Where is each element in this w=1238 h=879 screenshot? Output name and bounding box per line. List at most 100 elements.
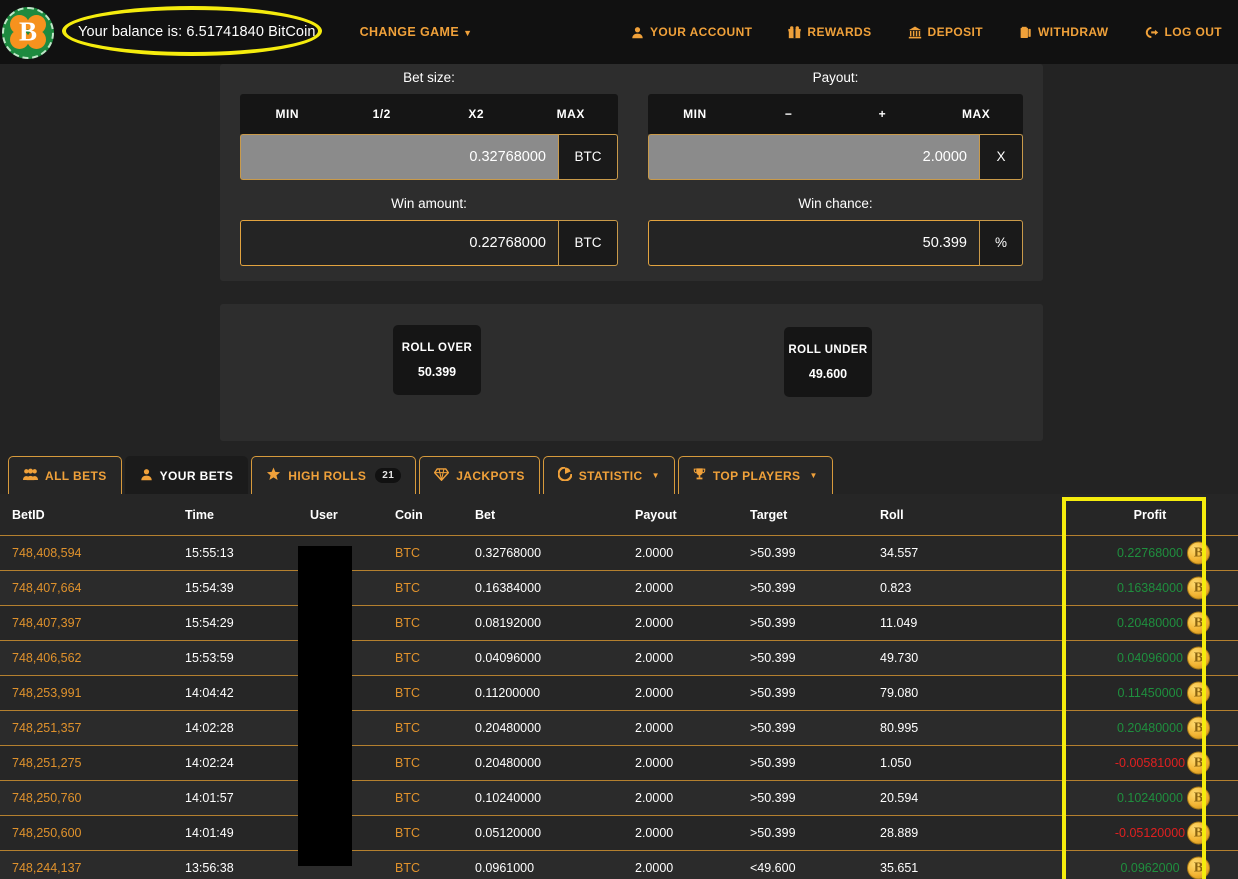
tab-your-bets[interactable]: YOUR BETS	[125, 456, 249, 494]
payout-input[interactable]: 2.0000	[648, 134, 979, 180]
cell-roll: 35.651	[880, 851, 1062, 879]
cell-betid: 748,251,357	[0, 711, 185, 746]
win-chance-input-row: 50.399 %	[648, 220, 1023, 266]
cell-payout: 2.0000	[635, 746, 750, 781]
tab-jackpots[interactable]: JACKPOTS	[419, 456, 540, 494]
bet-min-button[interactable]: MIN	[240, 94, 335, 134]
nav-withdraw[interactable]: WITHDRAW	[1019, 25, 1109, 39]
cell-betid: 748,253,991	[0, 676, 185, 711]
table-body: 748,408,59415:55:13BTC0.327680002.0000>5…	[0, 536, 1238, 879]
cell-user	[310, 676, 395, 711]
bitcoin-coin-icon: B	[1187, 542, 1210, 565]
tab-top-players[interactable]: TOP PLAYERS ▼	[678, 456, 833, 494]
cell-target: <49.600	[750, 851, 880, 879]
change-game-button[interactable]: CHANGE GAME▼	[360, 25, 473, 39]
chevron-down-icon: ▼	[652, 471, 660, 480]
profit-value: 0.04096000	[1117, 651, 1183, 665]
user-icon	[140, 468, 153, 484]
table-row[interactable]: 748,407,39715:54:29BTC0.081920002.0000>5…	[0, 606, 1238, 641]
cell-target: >50.399	[750, 571, 880, 606]
table-row[interactable]: 748,253,99114:04:42BTC0.112000002.0000>5…	[0, 676, 1238, 711]
table-row[interactable]: 748,244,13713:56:38BTC0.09610002.0000<49…	[0, 851, 1238, 879]
nav-log-out[interactable]: LOG OUT	[1145, 25, 1222, 39]
payout-min-button[interactable]: MIN	[648, 94, 742, 134]
table-row[interactable]: 748,250,60014:01:49BTC0.051200002.0000>5…	[0, 816, 1238, 851]
cell-time: 14:04:42	[185, 676, 310, 711]
profit-value: 0.16384000	[1117, 581, 1183, 595]
nav-your-account[interactable]: YOUR ACCOUNT	[631, 25, 752, 39]
bet-max-button[interactable]: MAX	[524, 94, 619, 134]
roll-under-button[interactable]: ROLL UNDER 49.600	[784, 327, 872, 397]
high-rolls-badge: 21	[375, 468, 401, 483]
group-icon	[23, 468, 38, 484]
col-time: Time	[185, 494, 310, 536]
cell-roll: 20.594	[880, 781, 1062, 816]
table-row[interactable]: 748,408,59415:55:13BTC0.327680002.0000>5…	[0, 536, 1238, 571]
cell-user	[310, 746, 395, 781]
cell-profit: 0.22768000B	[1062, 536, 1238, 571]
bet-half-button[interactable]: 1/2	[335, 94, 430, 134]
bank-icon	[908, 26, 922, 39]
bitcoin-coin-icon: B	[1187, 752, 1210, 775]
cell-target: >50.399	[750, 676, 880, 711]
cell-profit: -0.05120000B	[1062, 816, 1238, 851]
tab-high-rolls[interactable]: HIGH ROLLS 21	[251, 456, 416, 494]
cell-coin: BTC	[395, 851, 475, 879]
bet-size-input[interactable]: 0.32768000	[240, 134, 558, 180]
clover-bitcoin-logo[interactable]: B	[2, 7, 54, 59]
cell-payout: 2.0000	[635, 571, 750, 606]
cell-bet: 0.0961000	[475, 851, 635, 879]
cell-payout: 2.0000	[635, 816, 750, 851]
table-row[interactable]: 748,406,56215:53:59BTC0.040960002.0000>5…	[0, 641, 1238, 676]
cell-coin: BTC	[395, 641, 475, 676]
table-row[interactable]: 748,407,66415:54:39BTC0.163840002.0000>5…	[0, 571, 1238, 606]
gift-icon	[788, 26, 801, 39]
cell-time: 14:02:28	[185, 711, 310, 746]
cell-bet: 0.20480000	[475, 711, 635, 746]
win-chance-label: Win chance:	[648, 196, 1023, 211]
nav-rewards[interactable]: REWARDS	[788, 25, 871, 39]
cell-user	[310, 641, 395, 676]
cell-profit: 0.0962000B	[1062, 851, 1238, 879]
cell-coin: BTC	[395, 746, 475, 781]
bet-size-input-row: 0.32768000 BTC	[240, 134, 618, 180]
cell-bet: 0.10240000	[475, 781, 635, 816]
cell-profit: -0.00581000B	[1062, 746, 1238, 781]
balance-text: Your balance is: 6.51741840 BitCoin	[78, 24, 316, 40]
cell-user	[310, 606, 395, 641]
chevron-down-icon: ▼	[463, 28, 472, 38]
payout-unit: X	[979, 134, 1023, 180]
cell-roll: 49.730	[880, 641, 1062, 676]
nav-deposit[interactable]: DEPOSIT	[908, 25, 983, 39]
table-row[interactable]: 748,251,27514:02:24BTC0.204800002.0000>5…	[0, 746, 1238, 781]
bets-tabs: ALL BETS YOUR BETS HIGH ROLLS 21 JACKPOT…	[8, 456, 836, 494]
cell-user	[310, 851, 395, 879]
cell-payout: 2.0000	[635, 781, 750, 816]
payout-max-button[interactable]: MAX	[929, 94, 1023, 134]
user-icon	[631, 26, 644, 39]
table-row[interactable]: 748,250,76014:01:57BTC0.102400002.0000>5…	[0, 781, 1238, 816]
star-icon	[266, 467, 281, 484]
cell-target: >50.399	[750, 641, 880, 676]
header-nav: YOUR ACCOUNT REWARDS DEPOSIT WITHDRAW	[595, 25, 1238, 39]
logout-icon	[1145, 26, 1159, 39]
site-header: B Your balance is: 6.51741840 BitCoin CH…	[0, 0, 1238, 64]
tab-label: TOP PLAYERS	[713, 469, 801, 483]
win-amount-unit: BTC	[558, 220, 618, 266]
tab-all-bets[interactable]: ALL BETS	[8, 456, 122, 494]
table-row[interactable]: 748,251,35714:02:28BTC0.204800002.0000>5…	[0, 711, 1238, 746]
tab-statistic[interactable]: STATISTIC ▼	[543, 456, 675, 494]
nav-label: LOG OUT	[1165, 25, 1222, 39]
bet-double-button[interactable]: X2	[429, 94, 524, 134]
cell-target: >50.399	[750, 746, 880, 781]
roll-over-button[interactable]: ROLL OVER 50.399	[393, 325, 481, 395]
cell-target: >50.399	[750, 606, 880, 641]
cell-roll: 28.889	[880, 816, 1062, 851]
cell-time: 14:01:57	[185, 781, 310, 816]
profit-value: 0.10240000	[1117, 791, 1183, 805]
payout-increment-button[interactable]: +	[836, 94, 930, 134]
cell-bet: 0.04096000	[475, 641, 635, 676]
payout-decrement-button[interactable]: −	[742, 94, 836, 134]
win-amount-input-row: 0.22768000 BTC	[240, 220, 618, 266]
bet-size-buttons: MIN 1/2 X2 MAX	[240, 94, 618, 134]
